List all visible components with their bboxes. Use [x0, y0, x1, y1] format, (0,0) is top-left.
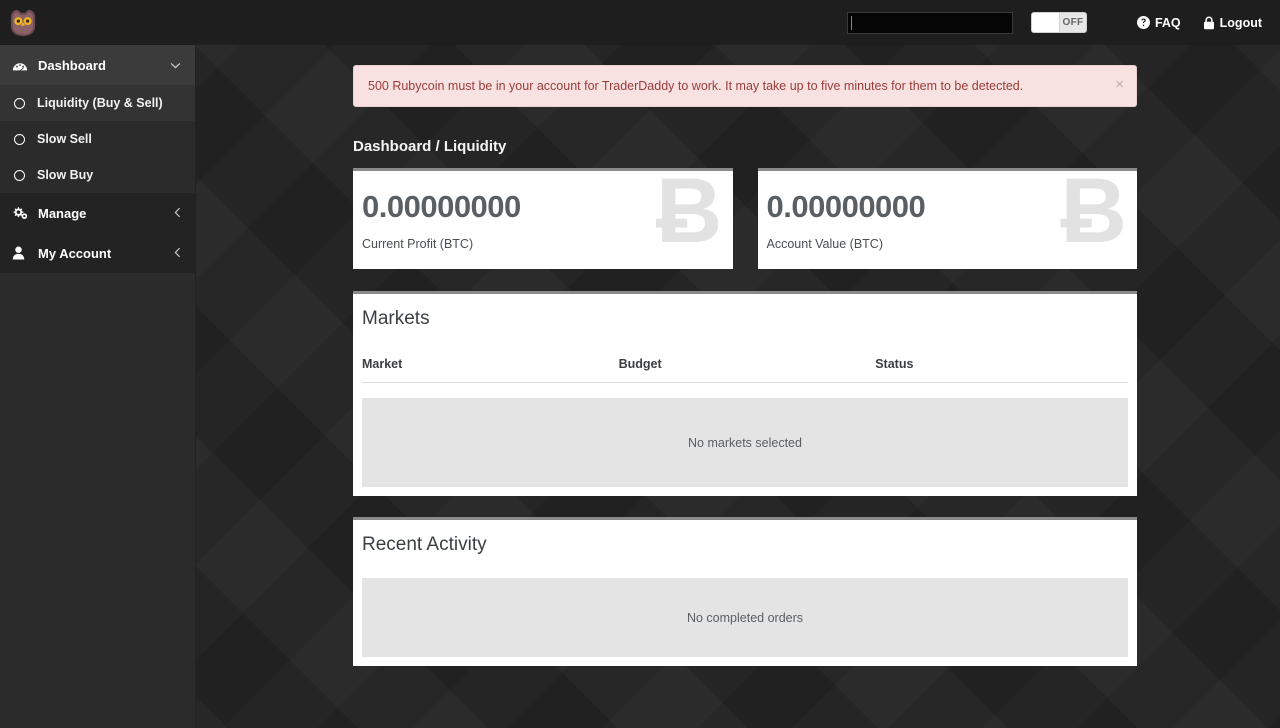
bot-power-toggle[interactable]: OFF — [1031, 12, 1087, 33]
circle-icon — [14, 134, 25, 145]
markets-title: Markets — [362, 308, 1128, 330]
markets-empty-state: No markets selected — [362, 398, 1128, 487]
sidebar-item-liquidity[interactable]: Liquidity (Buy & Sell) — [0, 85, 195, 121]
sidebar-item-slow-buy-label: Slow Buy — [37, 168, 93, 182]
circle-icon — [14, 98, 25, 109]
faq-link-label: FAQ — [1155, 16, 1181, 30]
main-content: 500 Rubycoin must be in your account for… — [196, 45, 1280, 728]
account-value-value: 0.00000000 — [767, 191, 1118, 222]
circle-icon — [14, 170, 25, 181]
sidebar-item-slow-sell-label: Slow Sell — [37, 132, 92, 146]
breadcrumb: Dashboard / Liquidity — [353, 138, 1137, 155]
recent-activity-empty-state: No completed orders — [362, 578, 1128, 657]
toggle-state-label: OFF — [1060, 17, 1086, 28]
current-profit-label: Current Profit (BTC) — [362, 237, 713, 251]
sidebar-section-my-account-label: My Account — [38, 246, 111, 261]
chevron-left-icon — [174, 207, 181, 220]
chevron-down-icon — [170, 59, 181, 71]
logout-link[interactable]: Logout — [1203, 16, 1262, 30]
faq-link[interactable]: FAQ — [1137, 16, 1181, 30]
column-header-budget: Budget — [619, 357, 876, 371]
column-header-status: Status — [875, 357, 1128, 371]
markets-panel: Markets Market Budget Status No markets … — [353, 291, 1137, 496]
column-header-market: Market — [362, 357, 619, 371]
current-profit-value: 0.00000000 — [362, 191, 713, 222]
gears-icon — [12, 206, 30, 220]
chevron-left-icon — [174, 247, 181, 260]
alert-message: 500 Rubycoin must be in your account for… — [368, 79, 1023, 93]
logout-link-label: Logout — [1220, 16, 1262, 30]
warning-alert: 500 Rubycoin must be in your account for… — [353, 65, 1137, 107]
sidebar-section-dashboard-label: Dashboard — [38, 58, 106, 73]
brand-logo[interactable] — [0, 0, 196, 45]
close-icon[interactable]: × — [1115, 77, 1124, 92]
top-bar-actions: OFF FAQ Logout — [847, 0, 1280, 45]
top-bar: OFF FAQ Logout — [0, 0, 1280, 45]
recent-activity-title: Recent Activity — [362, 534, 1128, 556]
lock-icon — [1203, 16, 1215, 30]
account-value-label: Account Value (BTC) — [767, 237, 1118, 251]
user-icon — [12, 246, 30, 260]
sidebar-section-dashboard[interactable]: Dashboard — [0, 45, 195, 85]
stat-cards: Ƀ 0.00000000 Current Profit (BTC) Ƀ 0.00… — [353, 168, 1137, 269]
sidebar-section-manage[interactable]: Manage — [0, 193, 195, 233]
stat-card-current-profit: Ƀ 0.00000000 Current Profit (BTC) — [353, 168, 733, 269]
sidebar-section-my-account[interactable]: My Account — [0, 233, 195, 273]
toggle-knob — [1032, 13, 1060, 32]
sidebar: Dashboard Liquidity (Buy & Sell) Slow Se… — [0, 45, 196, 728]
sidebar-section-manage-label: Manage — [38, 206, 86, 221]
search-input[interactable] — [847, 12, 1013, 34]
question-circle-icon — [1137, 16, 1150, 29]
sidebar-item-liquidity-label: Liquidity (Buy & Sell) — [37, 96, 163, 110]
sidebar-item-slow-buy[interactable]: Slow Buy — [0, 157, 195, 193]
stat-card-account-value: Ƀ 0.00000000 Account Value (BTC) — [758, 168, 1138, 269]
sidebar-item-slow-sell[interactable]: Slow Sell — [0, 121, 195, 157]
dashboard-icon — [12, 59, 30, 72]
owl-logo-icon — [8, 9, 38, 37]
recent-activity-panel: Recent Activity No completed orders — [353, 517, 1137, 666]
markets-table-header: Market Budget Status — [362, 357, 1128, 383]
